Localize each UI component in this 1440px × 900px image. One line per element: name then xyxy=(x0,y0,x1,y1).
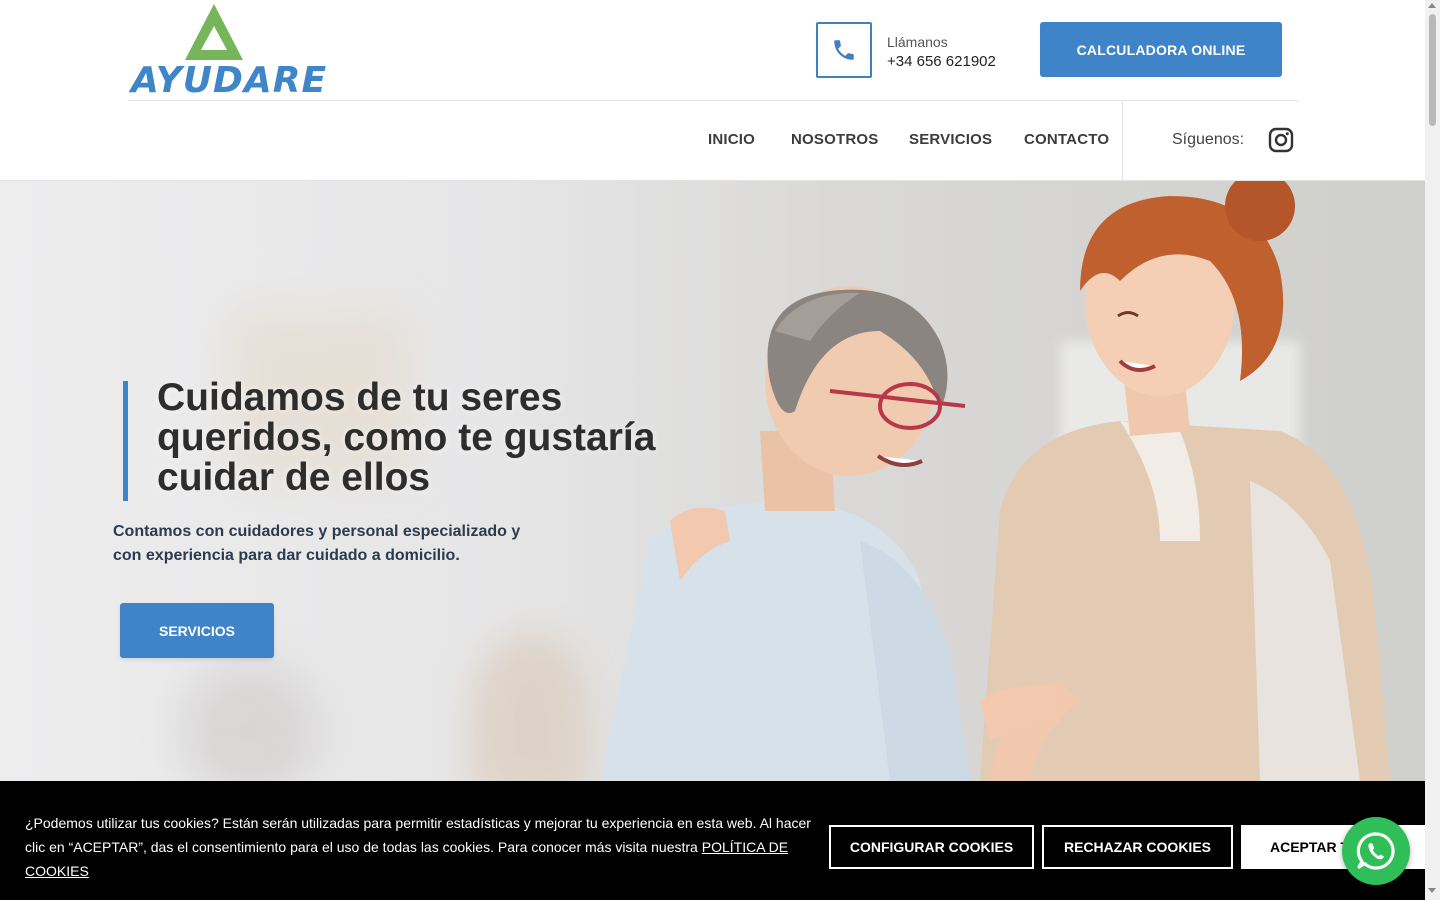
phone-label: Llámanos xyxy=(887,34,948,50)
page-scrollbar[interactable] xyxy=(1425,0,1440,900)
scroll-down-arrow-icon[interactable] xyxy=(1428,888,1436,893)
hero-subtitle: Contamos con cuidadores y personal espec… xyxy=(113,523,521,564)
nav-divider xyxy=(1122,101,1123,181)
phone-icon xyxy=(834,40,854,60)
nav-item-nosotros[interactable]: NOSOTROS xyxy=(791,131,878,148)
online-calculator-button[interactable]: CALCULADORA ONLINE xyxy=(1040,22,1282,77)
site-logo[interactable]: AYUDARE xyxy=(131,4,328,101)
cookie-message-text: ¿Podemos utilizar tus cookies? Están ser… xyxy=(25,815,811,855)
configure-cookies-button[interactable]: CONFIGURAR COOKIES xyxy=(829,825,1034,869)
header-divider xyxy=(128,100,1299,101)
logo-triangle-icon xyxy=(185,4,243,60)
nav-item-servicios[interactable]: SERVICIOS xyxy=(909,131,992,148)
services-button[interactable]: SERVICIOS xyxy=(120,603,274,658)
whatsapp-glyph-icon xyxy=(1356,832,1395,870)
nav-item-inicio[interactable]: INICIO xyxy=(708,131,755,148)
hero-title: Cuidamos de tu seres queridos, como te g… xyxy=(157,376,656,499)
cookie-consent-bar: ¿Podemos utilizar tus cookies? Están ser… xyxy=(0,781,1425,900)
hero-title-accent xyxy=(123,381,128,501)
nav-item-contacto[interactable]: CONTACTO xyxy=(1024,131,1109,148)
cookie-message: ¿Podemos utilizar tus cookies? Están ser… xyxy=(25,811,825,883)
logo-text: AYUDARE xyxy=(131,60,328,101)
hero-photo-caregiver-and-elderly-woman xyxy=(600,181,1390,781)
whatsapp-icon[interactable] xyxy=(1342,817,1410,885)
site-header: AYUDARE Llámanos +34 656 621902 CALCULAD… xyxy=(0,0,1425,181)
phone-icon-box[interactable] xyxy=(816,22,872,78)
instagram-icon[interactable] xyxy=(1268,127,1294,153)
scroll-thumb[interactable] xyxy=(1429,14,1436,126)
background-blur xyxy=(180,661,320,781)
reject-cookies-button[interactable]: RECHAZAR COOKIES xyxy=(1042,825,1233,869)
follow-label: Síguenos: xyxy=(1172,131,1245,148)
scroll-up-arrow-icon[interactable] xyxy=(1428,3,1436,8)
phone-number[interactable]: +34 656 621902 xyxy=(887,53,996,70)
hero-section: Cuidamos de tu seres queridos, como te g… xyxy=(0,181,1425,781)
